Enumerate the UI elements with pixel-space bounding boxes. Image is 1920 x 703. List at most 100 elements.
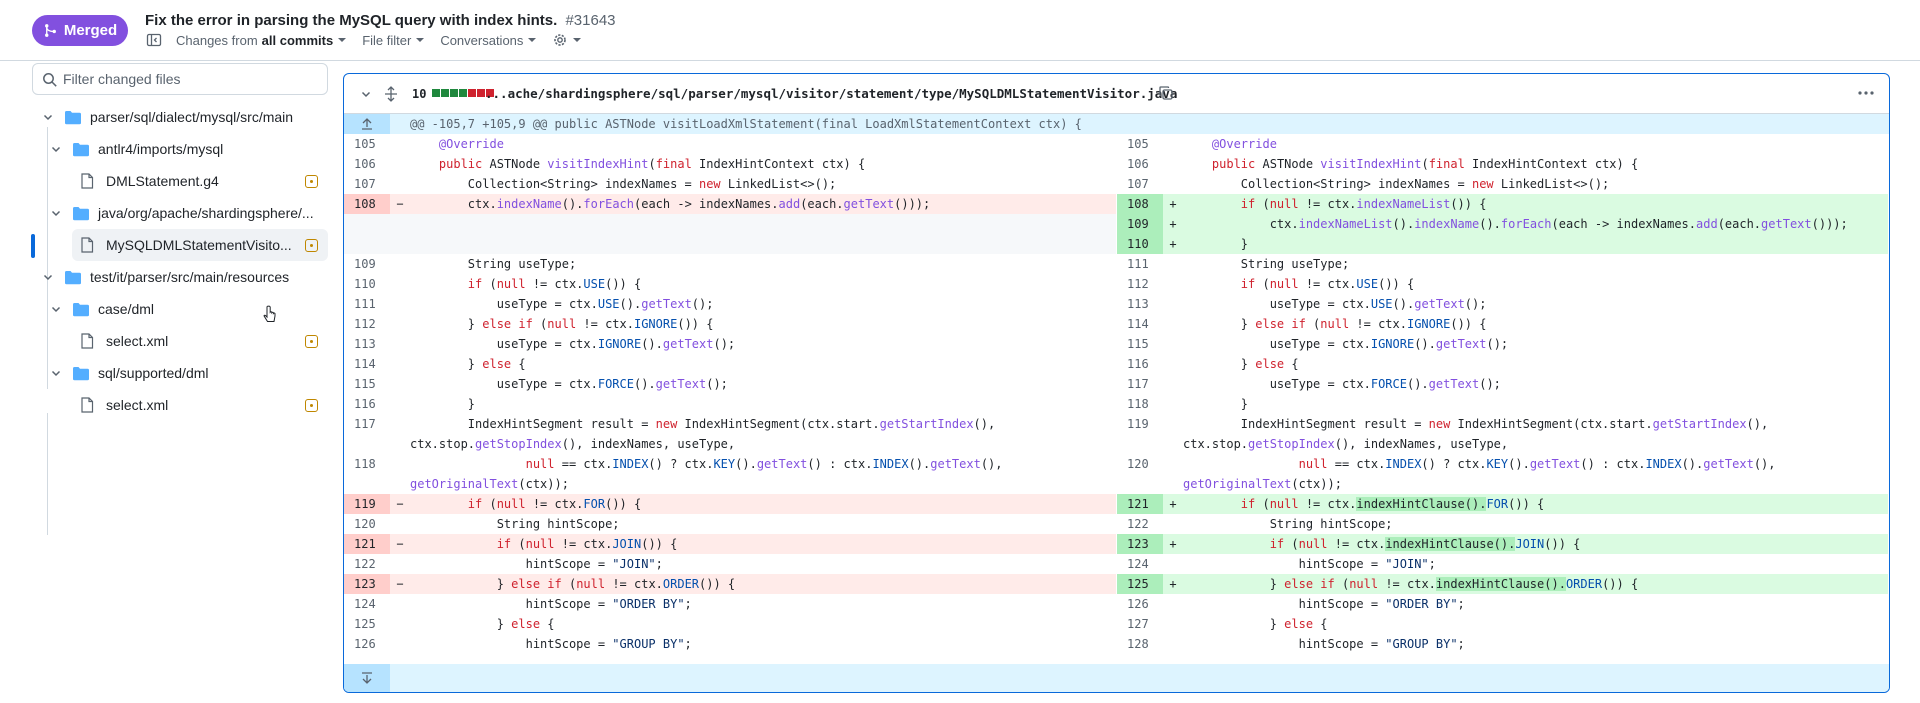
line-number[interactable]: 126: [344, 634, 390, 654]
selected-file-indicator: [31, 234, 35, 258]
tree-file-row[interactable]: select.xml: [80, 325, 328, 357]
line-number[interactable]: 125: [1117, 574, 1163, 594]
line-number[interactable]: 128: [1117, 634, 1163, 654]
chevron-down-icon[interactable]: [360, 88, 372, 100]
line-number[interactable]: 110: [344, 274, 390, 294]
line-number[interactable]: 118: [1117, 394, 1163, 414]
file-filter-menu[interactable]: File filter: [362, 33, 425, 48]
tree-folder-row[interactable]: sql/supported/dml: [48, 357, 330, 389]
tree-folder-row[interactable]: java/org/apache/shardingsphere/...: [48, 197, 330, 229]
diff-line: 107 Collection<String> indexNames = new …: [344, 174, 1116, 194]
expand-down-row: [344, 664, 1889, 692]
tree-file-row[interactable]: DMLStatement.g4: [80, 165, 328, 197]
diffstat-add-block: [450, 89, 458, 97]
tree-guide-line: [47, 127, 48, 389]
code-text: } else if (null != ctx.IGNORE()) {: [410, 317, 714, 331]
line-number[interactable]: 114: [1117, 314, 1163, 334]
line-number[interactable]: 124: [344, 594, 390, 614]
expand-down-button[interactable]: [344, 664, 390, 692]
diff-line-added: 125 + } else if (null != ctx.indexHintCla…: [1117, 574, 1888, 594]
line-number[interactable]: 119: [1117, 414, 1163, 454]
code-text: } else if (null != ctx.indexHintClause()…: [1183, 577, 1639, 591]
line-number[interactable]: 113: [1117, 294, 1163, 314]
merged-status-badge: Merged: [32, 15, 128, 46]
line-number[interactable]: 121: [344, 534, 390, 554]
changes-from-menu[interactable]: Changes from all commits: [176, 33, 347, 48]
tree-folder-row[interactable]: parser/sql/dialect/mysql/src/main: [40, 101, 330, 133]
line-number[interactable]: 114: [344, 354, 390, 374]
changed-lines-count: 10: [412, 87, 427, 101]
line-number[interactable]: 122: [1117, 514, 1163, 534]
line-number[interactable]: 122: [344, 554, 390, 574]
conversations-menu[interactable]: Conversations: [440, 33, 537, 48]
line-number[interactable]: 106: [1117, 154, 1163, 174]
line-number[interactable]: 115: [344, 374, 390, 394]
line-number[interactable]: 111: [1117, 254, 1163, 274]
diff-line: 119 IndexHintSegment result = new IndexH…: [1117, 414, 1888, 454]
line-number[interactable]: 115: [1117, 334, 1163, 354]
sidebar-collapse-icon: [146, 33, 162, 47]
line-number[interactable]: 107: [1117, 174, 1163, 194]
file-icon: [80, 333, 98, 349]
file-modified-icon: [305, 399, 318, 412]
code-text: Collection<String> indexNames = new Link…: [410, 177, 837, 191]
line-number[interactable]: 112: [344, 314, 390, 334]
line-number[interactable]: 106: [344, 154, 390, 174]
folder-icon: [72, 141, 90, 157]
code-text: @Override: [438, 137, 504, 151]
code-text: hintScope = "ORDER BY";: [410, 597, 692, 611]
line-number[interactable]: 117: [344, 414, 390, 454]
expand-all-icon[interactable]: [384, 86, 398, 102]
file-path-link[interactable]: ...ache/shardingsphere/sql/parser/mysql/…: [485, 86, 1177, 101]
tree-file-row-selected[interactable]: MySQLDMLStatementVisito...: [72, 229, 328, 261]
diff-line: 105 @Override: [344, 134, 1116, 154]
diff-line: 109 String useType;: [344, 254, 1116, 274]
code-text: IndexHintSegment result = new IndexHintS…: [410, 417, 996, 431]
diff-settings-menu[interactable]: [552, 32, 582, 48]
line-number[interactable]: 125: [344, 614, 390, 634]
line-number[interactable]: 111: [344, 294, 390, 314]
line-number[interactable]: 120: [1117, 454, 1163, 494]
line-number[interactable]: 110: [1117, 234, 1163, 254]
toggle-file-tree-button[interactable]: [146, 31, 164, 49]
file-icon: [80, 397, 98, 413]
copy-icon[interactable]: [1158, 85, 1174, 101]
line-number[interactable]: 120: [344, 514, 390, 534]
filter-changed-files-input[interactable]: Filter changed files: [32, 63, 328, 95]
pr-number[interactable]: #31643: [565, 12, 615, 29]
tree-file-row[interactable]: select.xml: [80, 389, 328, 421]
code-text: ctx.indexNameList().indexName().forEach(…: [1183, 217, 1848, 231]
line-number[interactable]: 109: [1117, 214, 1163, 234]
addition-marker: +: [1169, 237, 1177, 251]
kebab-horizontal-icon[interactable]: [1857, 84, 1875, 102]
line-number[interactable]: 119: [344, 494, 390, 514]
tree-item-label: select.xml: [106, 333, 169, 349]
line-number[interactable]: 126: [1117, 594, 1163, 614]
code-text: public ASTNode visitIndexHint(final Inde…: [1211, 157, 1639, 171]
line-number[interactable]: 121: [1117, 494, 1163, 514]
line-number[interactable]: 117: [1117, 374, 1163, 394]
line-number[interactable]: 105: [344, 134, 390, 154]
diff-line: 127 } else {: [1117, 614, 1888, 634]
expand-up-button[interactable]: [344, 114, 390, 134]
line-number[interactable]: 127: [1117, 614, 1163, 634]
line-number[interactable]: 108: [1117, 194, 1163, 214]
diff-line-empty: [344, 214, 1116, 254]
line-number[interactable]: 112: [1117, 274, 1163, 294]
line-number[interactable]: 116: [344, 394, 390, 414]
line-number[interactable]: 109: [344, 254, 390, 274]
line-number[interactable]: 105: [1117, 134, 1163, 154]
line-number[interactable]: 123: [344, 574, 390, 594]
line-number[interactable]: 108: [344, 194, 390, 214]
line-number[interactable]: 124: [1117, 554, 1163, 574]
tree-folder-row[interactable]: antlr4/imports/mysql: [48, 133, 330, 165]
line-number[interactable]: 107: [344, 174, 390, 194]
line-number[interactable]: 123: [1117, 534, 1163, 554]
line-number[interactable]: 116: [1117, 354, 1163, 374]
tree-folder-row[interactable]: test/it/parser/src/main/resources: [40, 261, 330, 293]
tree-folder-row[interactable]: case/dml: [48, 293, 330, 325]
code-text: }: [1183, 397, 1249, 411]
line-number[interactable]: 113: [344, 334, 390, 354]
code-text: String hintScope;: [410, 517, 620, 531]
line-number[interactable]: 118: [344, 454, 390, 494]
